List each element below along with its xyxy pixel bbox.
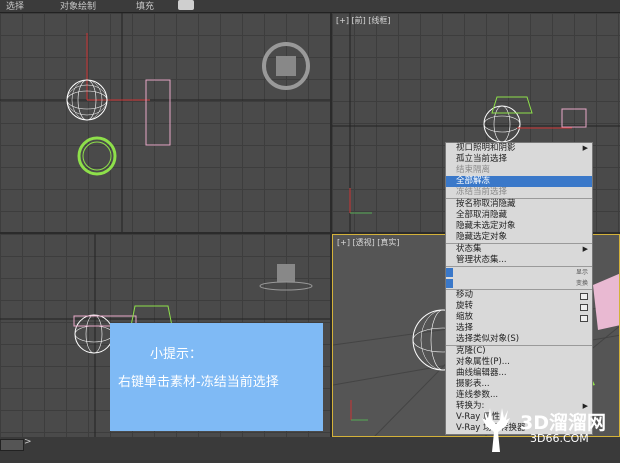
quad-menu-item-label: 按名称取消隐藏 [456,199,516,209]
quad-menu-item[interactable]: 克隆(C) [446,345,592,357]
quad-menu-item-label: 旋转 [456,301,474,311]
settings-box-icon[interactable] [580,315,588,322]
watermark-brand: 3D溜溜网 [520,412,606,434]
menu-populate[interactable]: 填充 [136,0,154,12]
tip-title: 小提示： [150,347,203,362]
quad-menu-item[interactable]: 变换 [446,278,592,289]
submenu-arrow-icon: ▶ [582,245,588,253]
settings-box-icon[interactable] [580,293,588,300]
menu-select[interactable]: 选择 [6,0,24,12]
quad-menu-item[interactable]: 冻结当前选择 [446,187,592,198]
quad-menu-item-label: 孤立当前选择 [456,154,508,164]
watermark-logo: 3D溜溜网 3D66.COM [472,400,612,456]
quad-menu-item[interactable]: 视口照明和阴影 ▶ [446,143,592,154]
submenu-arrow-icon: ▶ [582,144,588,152]
quad-menu-item-label: 选择 [456,323,474,333]
quad-menu-item-label: 曲线编辑器... [456,368,507,378]
quad-menu-item-label: 结束隔离 [456,165,491,175]
tip-box: 小提示： 右键单击素材-冻结当前选择 [110,323,323,431]
quad-menu: 视口照明和阴影 ▶ 孤立当前选择 结束隔离 全部解冻 冻结当前选择 按名称取消隐藏 全部取消隐… [445,142,593,435]
quadrant-bar [446,268,453,277]
quad-menu-item[interactable]: 显示 [446,266,592,278]
quad-menu-item[interactable]: 旋转 [446,301,592,312]
quad-menu-item-label: 全部解冻 [456,176,491,186]
quad-menu-item[interactable]: 全部取消隐藏 [446,210,592,221]
quad-menu-item[interactable]: 隐藏未选定对象 [446,221,592,232]
quadrant-bar [446,279,453,288]
time-slider-next-icon[interactable]: > [24,437,32,447]
quad-menu-item-label: 视口照明和阴影 [456,143,516,153]
quad-menu-item[interactable]: 管理状态集... [446,255,592,266]
time-slider-prev[interactable] [0,439,24,451]
quad-menu-item-label: 管理状态集... [456,255,507,265]
quad-menu-item[interactable]: 对象属性(P)... [446,357,592,368]
quad-menu-item-label: 移动 [456,290,474,300]
quad-menu-item[interactable]: 孤立当前选择 [446,154,592,165]
quad-menu-item-label: 摄影表... [456,379,490,389]
quad-menu-item-label: 缩放 [456,312,474,322]
quad-menu-item-label: 全部取消隐藏 [456,210,508,220]
quad-menu-item[interactable]: 选择类似对象(S) [446,334,592,345]
viewport-top-scene [0,13,330,232]
quadrant-hint: 显示 [575,269,588,276]
viewport-label[interactable]: [+] [前] [线框] [336,15,391,26]
quad-menu-item-label: 冻结当前选择 [456,187,508,197]
quad-menu-item[interactable]: 按名称取消隐藏 [446,198,592,210]
quad-menu-item[interactable]: 全部解冻 [446,176,592,187]
quad-menu-item[interactable]: 移动 [446,289,592,301]
quad-menu-item-label: 对象属性(P)... [456,357,510,367]
quad-menu-item-label: 隐藏未选定对象 [456,221,516,231]
quad-menu-item[interactable]: 曲线编辑器... [446,368,592,379]
menubar: 选择 对象绘制 填充 [0,0,620,13]
quad-menu-item[interactable]: 缩放 [446,312,592,323]
quad-menu-item-label: 克隆(C) [456,346,486,356]
quad-menu-item-label: 隐藏选定对象 [456,232,508,242]
quad-menu-item[interactable]: 状态集 ▶ [446,243,592,255]
deer-icon [482,408,510,452]
quad-menu-item[interactable]: 摄影表... [446,379,592,390]
quadrant-hint: 变换 [575,280,588,287]
quad-menu-item[interactable]: 隐藏选定对象 [446,232,592,243]
quad-menu-item[interactable]: 选择 [446,323,592,334]
menu-object-paint[interactable]: 对象绘制 [60,0,96,12]
quad-menu-item-label: 连线参数... [456,390,499,400]
watermark-domain: 3D66.COM [530,432,589,445]
settings-box-icon[interactable] [580,304,588,311]
quad-menu-item-label: 选择类似对象(S) [456,334,520,344]
viewport-label[interactable]: [+] [透视] [真实] [337,237,400,248]
quad-menu-item[interactable]: 结束隔离 [446,165,592,176]
camera-icon[interactable] [178,0,194,10]
tip-body: 右键单击素材-冻结当前选择 [118,375,279,390]
viewport-top[interactable] [0,13,330,232]
quad-menu-item-label: 状态集 [456,244,482,254]
